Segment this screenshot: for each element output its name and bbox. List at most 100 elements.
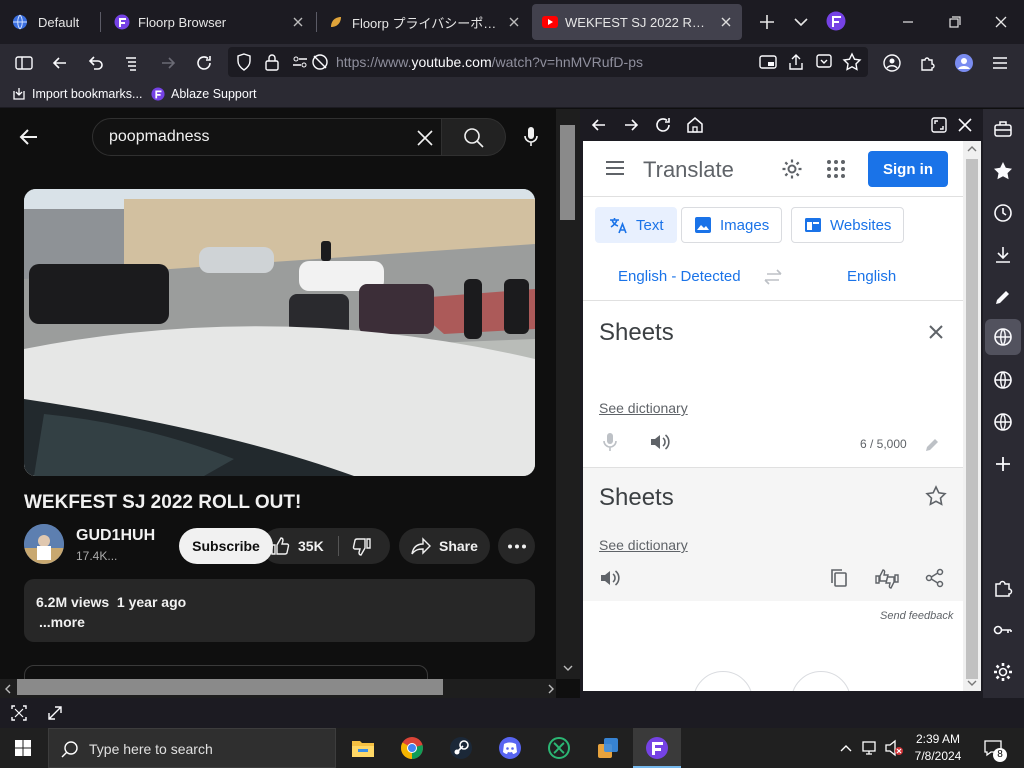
subscribe-button[interactable]: Subscribe [179, 528, 273, 564]
volume-muted-icon[interactable] [884, 739, 904, 757]
bms-sidebar-icon[interactable] [991, 117, 1015, 141]
shield-icon[interactable] [234, 52, 254, 72]
listen-speaker-icon[interactable] [649, 432, 671, 452]
downloads-icon[interactable] [991, 243, 1015, 267]
edit-pencil-icon[interactable] [924, 437, 940, 453]
clear-search-icon[interactable] [415, 128, 435, 148]
scroll-down-chevron-icon[interactable] [967, 679, 977, 687]
ablaze-support-item[interactable]: Ablaze Support [151, 87, 256, 101]
sign-in-button[interactable]: Sign in [868, 151, 948, 187]
taskbar-app-window[interactable] [584, 728, 632, 768]
account-icon[interactable] [882, 53, 902, 73]
share-upload-icon[interactable] [786, 52, 806, 72]
scrollbar-thumb[interactable] [17, 679, 443, 695]
taskbar-chrome[interactable] [388, 728, 436, 768]
bookmarks-star-icon[interactable] [991, 159, 1015, 183]
network-icon[interactable] [862, 740, 880, 756]
notes-pencil-icon[interactable] [991, 285, 1015, 309]
floorp-menu-icon[interactable] [826, 11, 846, 31]
share-nodes-icon[interactable] [925, 568, 945, 588]
url-text[interactable]: https://www.youtube.com/watch?v=hnMVRufD… [336, 54, 643, 70]
screenshot-tool-icon[interactable] [9, 703, 29, 723]
target-language-selector[interactable]: English [847, 268, 896, 285]
search-button[interactable] [442, 118, 506, 156]
lock-icon[interactable] [262, 52, 282, 72]
copy-icon[interactable] [829, 568, 849, 588]
save-to-pocket-icon[interactable] [814, 52, 834, 72]
url-bar[interactable]: https://www.youtube.com/watch?v=hnMVRufD… [228, 47, 868, 77]
vertical-scrollbar[interactable] [963, 141, 981, 691]
horizontal-scrollbar[interactable] [0, 679, 556, 698]
show-more-link[interactable]: ...more [39, 614, 85, 630]
passwords-key-icon[interactable] [991, 618, 1015, 642]
description-box[interactable]: 6.2M views 1 year ago ...more [24, 579, 535, 642]
share-button[interactable]: Share [399, 528, 490, 564]
system-clock[interactable]: 2:39 AM 7/8/2024 [908, 731, 968, 765]
saved-round-button[interactable] [791, 671, 851, 691]
thumbs-down-icon[interactable] [352, 537, 372, 557]
see-dictionary-link[interactable]: See dictionary [599, 537, 688, 553]
web-panel-globe-icon[interactable] [991, 325, 1015, 349]
tree-list-icon[interactable] [122, 53, 142, 73]
autoplay-blocked-icon[interactable] [310, 52, 330, 72]
microphone-icon[interactable] [522, 126, 540, 148]
settings-gear-icon[interactable] [781, 158, 803, 180]
web-panel-globe-icon[interactable] [991, 410, 1015, 434]
undo-close-tab-icon[interactable] [86, 53, 106, 73]
tab-floorp-privacy[interactable]: Floorp プライバシーポリシー [318, 4, 530, 40]
close-tab-icon[interactable] [506, 14, 522, 30]
scroll-up-chevron-icon[interactable] [967, 145, 977, 153]
expand-panel-icon[interactable] [929, 115, 949, 135]
swap-languages-icon[interactable] [763, 269, 783, 285]
home-icon[interactable] [685, 115, 705, 135]
history-clock-icon[interactable] [991, 201, 1015, 225]
scroll-right-chevron-icon[interactable] [546, 683, 556, 695]
forward-arrow-icon[interactable] [621, 115, 641, 135]
add-panel-plus-icon[interactable] [991, 452, 1015, 476]
translate-logo-text[interactable]: Translate [643, 157, 734, 183]
scrollbar-thumb[interactable] [560, 125, 575, 220]
reload-icon[interactable] [194, 53, 214, 73]
settings-gear-icon[interactable] [991, 660, 1015, 684]
more-actions-button[interactable] [498, 528, 535, 564]
thumbs-up-icon[interactable] [270, 536, 290, 556]
tab-floorp-browser[interactable]: Floorp Browser [104, 4, 314, 40]
forward-arrow-icon[interactable] [158, 53, 178, 73]
picture-in-picture-icon[interactable] [758, 52, 778, 72]
sidebar-toggle-icon[interactable] [14, 53, 34, 73]
extensions-puzzle-icon[interactable] [918, 53, 938, 73]
save-translation-star-icon[interactable] [925, 485, 947, 507]
rate-translation-icon[interactable] [874, 568, 900, 590]
windows-start-icon[interactable] [15, 740, 31, 756]
hamburger-menu-icon[interactable] [605, 159, 625, 177]
source-text-input[interactable]: Sheets [599, 319, 674, 347]
tab-youtube-wekfest[interactable]: WEKFEST SJ 2022 ROLL OUT! [532, 4, 742, 40]
permissions-icon[interactable] [290, 52, 310, 72]
vertical-scrollbar[interactable] [556, 109, 580, 679]
back-arrow-icon[interactable] [18, 127, 40, 147]
taskbar-file-explorer[interactable] [339, 728, 387, 768]
taskbar-discord[interactable] [486, 728, 534, 768]
close-window-icon[interactable] [991, 12, 1011, 32]
see-dictionary-link[interactable]: See dictionary [599, 400, 688, 416]
search-input[interactable]: poopmadness [92, 118, 442, 156]
channel-name[interactable]: GUD1HUH [76, 527, 155, 545]
text-mode-button[interactable]: Text [595, 207, 677, 243]
taskbar-xbox-app[interactable] [535, 728, 583, 768]
reload-icon[interactable] [653, 115, 673, 135]
video-player[interactable] [24, 189, 535, 476]
clear-source-text-icon[interactable] [926, 322, 946, 342]
close-panel-icon[interactable] [955, 115, 975, 135]
profile-avatar-icon[interactable] [954, 53, 974, 73]
taskbar-floorp[interactable] [633, 728, 681, 768]
back-arrow-icon[interactable] [50, 53, 70, 73]
microphone-icon[interactable] [602, 431, 618, 453]
taskbar-steam[interactable] [437, 728, 485, 768]
scroll-left-chevron-icon[interactable] [3, 683, 13, 695]
history-round-button[interactable] [693, 671, 753, 691]
like-count[interactable]: 35K [298, 538, 324, 554]
extensions-puzzle-icon[interactable] [991, 576, 1015, 600]
websites-mode-button[interactable]: Websites [791, 207, 905, 243]
close-tab-icon[interactable] [718, 14, 734, 30]
tab-default[interactable]: Default [2, 4, 98, 40]
